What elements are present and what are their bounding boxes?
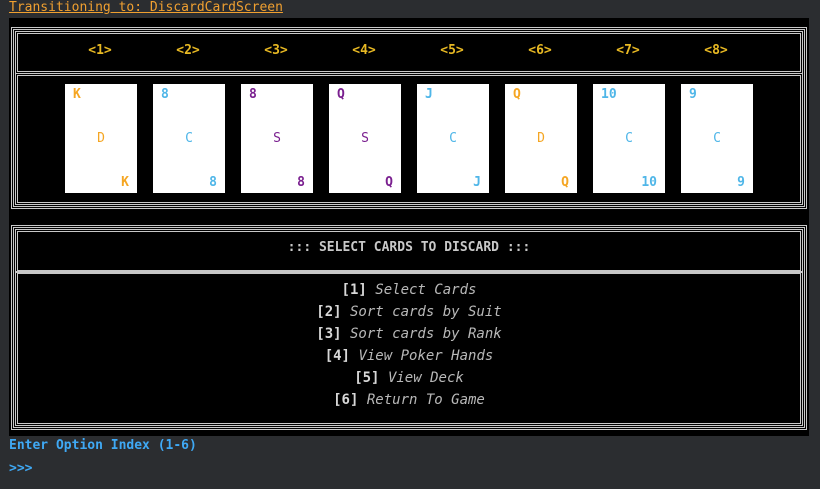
playing-card[interactable]: 10 C 10 (593, 84, 665, 193)
menu-option[interactable]: [1] Select Cards (9, 282, 809, 298)
menu-option-label: View Deck (387, 370, 464, 386)
card-rank-bottom: 8 (209, 175, 217, 190)
card-rank-top: Q (513, 87, 521, 102)
menu-option-label: Sort cards by Suit (350, 304, 502, 320)
slot-label: <3> (264, 43, 288, 58)
playing-card[interactable]: J C J (417, 84, 489, 193)
playing-card[interactable]: K D K (65, 84, 137, 193)
playing-card[interactable]: 8 C 8 (153, 84, 225, 193)
menu-option-index: [4] (324, 348, 350, 364)
menu-option[interactable]: [3] Sort cards by Rank (9, 326, 809, 342)
menu-option-index: [1] (341, 282, 367, 298)
menu-option-label: View Poker Hands (358, 348, 494, 364)
menu-option-index: [6] (333, 392, 359, 408)
slot-label: <6> (528, 43, 552, 58)
menu-option-index: [3] (316, 326, 342, 342)
playing-card[interactable]: Q D Q (505, 84, 577, 193)
card-rank-top: 8 (249, 87, 257, 102)
card-suit: D (97, 131, 105, 146)
slot-label: <1> (88, 43, 112, 58)
card-suit: C (625, 131, 633, 146)
card-suit: S (273, 131, 281, 146)
menu-option[interactable]: [5] View Deck (9, 370, 809, 386)
slot-header-frame (15, 31, 803, 74)
menu-option-index: [2] (316, 304, 342, 320)
slot-label: <4> (352, 43, 376, 58)
menu-title: ::: SELECT CARDS TO DISCARD ::: (287, 240, 531, 255)
menu-option-index: [5] (354, 370, 380, 386)
menu-option-label: Return To Game (366, 392, 485, 408)
card-suit: C (449, 131, 457, 146)
playing-card[interactable]: 9 C 9 (681, 84, 753, 193)
card-rank-top: 8 (161, 87, 169, 102)
card-rank-top: Q (337, 87, 345, 102)
card-rank-top: 9 (689, 87, 697, 102)
card-rank-bottom: 10 (641, 175, 657, 190)
menu-option-label: Sort cards by Rank (350, 326, 502, 342)
slot-label: <2> (176, 43, 200, 58)
card-suit: C (713, 131, 721, 146)
card-rank-bottom: 8 (297, 175, 305, 190)
card-suit: D (537, 131, 545, 146)
menu-option[interactable]: [2] Sort cards by Suit (9, 304, 809, 320)
card-rank-bottom: Q (385, 175, 393, 190)
card-rank-bottom: 9 (737, 175, 745, 190)
transition-message: Transitioning to: DiscardCardScreen (9, 0, 283, 15)
card-rank-top: 10 (601, 87, 617, 102)
menu-option[interactable]: [4] View Poker Hands (9, 348, 809, 364)
card-rank-bottom: K (121, 175, 129, 190)
slot-label: <5> (440, 43, 464, 58)
playing-card[interactable]: Q S Q (329, 84, 401, 193)
card-rank-top: K (73, 87, 81, 102)
menu-option[interactable]: [6] Return To Game (9, 392, 809, 408)
card-rank-top: J (425, 87, 433, 102)
card-suit: S (361, 131, 369, 146)
card-suit: C (185, 131, 193, 146)
terminal-screen: <1> <2> <3> <4> <5> <6> <7> <8> KDK8C88S8QSQJCJ… (9, 18, 809, 436)
card-rank-bottom: Q (561, 175, 569, 190)
slot-label: <8> (704, 43, 728, 58)
option-prompt: Enter Option Index (1-6) (9, 438, 197, 453)
slot-label: <7> (616, 43, 640, 58)
card-rank-bottom: J (473, 175, 481, 190)
playing-card[interactable]: 8 S 8 (241, 84, 313, 193)
menu-option-label: Select Cards (375, 282, 477, 298)
input-cursor[interactable]: >>> (9, 461, 32, 476)
